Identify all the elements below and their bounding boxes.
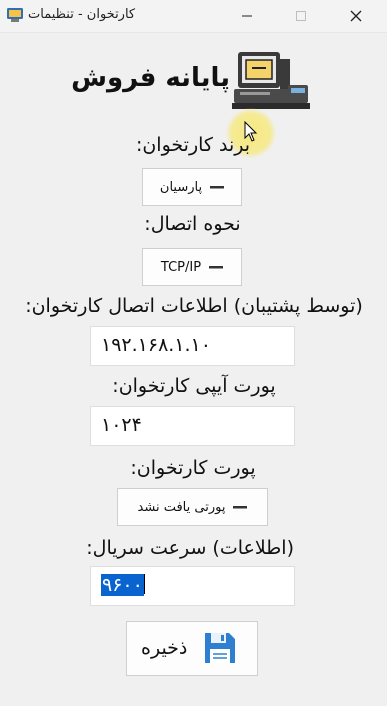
baud-rate-label: (اطلاعات) سرعت سریال: [86,537,294,559]
maximize-button[interactable] [278,0,324,32]
dropdown-arrow-icon [233,506,248,508]
baud-rate-value: ۹۶۰۰ [101,574,144,596]
text-caret [143,574,145,594]
close-icon [350,10,362,22]
title-bar: کارتخوان - تنظیمات [0,0,387,33]
brand-label: برند کارتخوان: [135,134,251,156]
window-title: کارتخوان - تنظیمات [28,7,136,22]
maximize-icon [296,11,306,21]
page-title: پایانه فروش [71,63,230,93]
ip-address-value: ۱۹۲.۱۶۸.۱.۱۰ [101,334,211,356]
close-button[interactable] [333,0,379,32]
floppy-disk-icon [205,633,235,663]
minimize-icon [242,15,252,17]
ip-port-field[interactable]: ۱۰۲۴ [90,406,295,446]
connection-dropdown[interactable]: TCP/IP [142,248,242,286]
serial-port-label: پورت کارتخوان: [130,457,256,479]
connection-label: نحوه اتصال: [144,213,241,235]
dropdown-arrow-icon [209,266,224,268]
ip-port-label: پورت آیپی کارتخوان: [112,375,276,397]
serial-port-dropdown-value: پورتی یافت نشد [137,499,226,515]
brand-dropdown[interactable]: پارسیان [142,168,242,206]
save-button[interactable]: ذخیره [126,621,258,676]
ip-port-value: ۱۰۲۴ [101,414,142,436]
connection-info-label: (توسط پشتیبان) اطلاعات اتصال کارتخوان: [25,295,363,317]
baud-rate-field[interactable]: ۹۶۰۰ [90,566,295,606]
connection-dropdown-value: TCP/IP [160,259,202,275]
brand-dropdown-value: پارسیان [159,179,203,195]
save-button-label: ذخیره [141,637,188,659]
pos-terminal-icon [232,52,310,109]
serial-port-dropdown[interactable]: پورتی یافت نشد [117,488,268,526]
dropdown-arrow-icon [210,186,225,188]
minimize-button[interactable] [224,0,270,32]
ip-address-field[interactable]: ۱۹۲.۱۶۸.۱.۱۰ [90,326,295,366]
app-icon [7,8,23,22]
